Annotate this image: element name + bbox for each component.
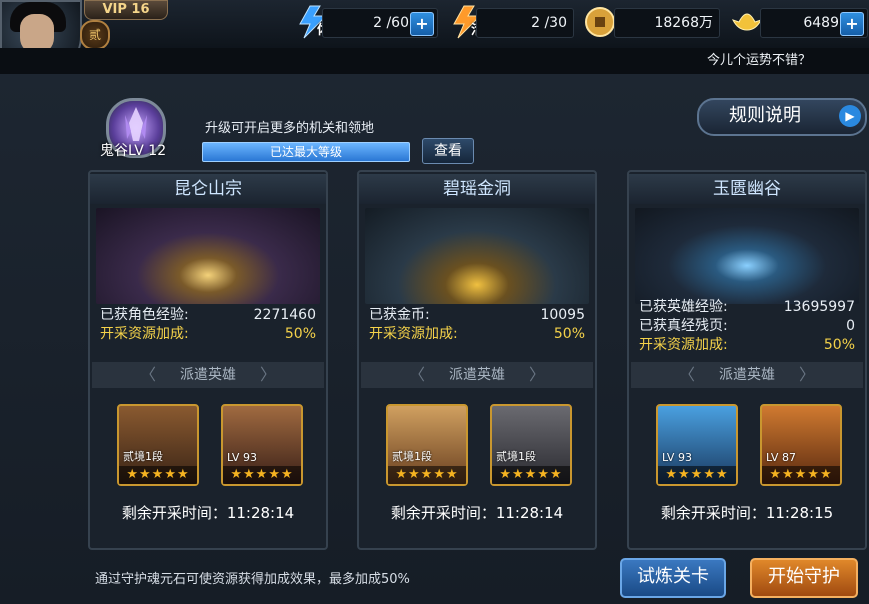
star-rating: ★★★★★ (492, 466, 570, 484)
hero-slot[interactable]: LV 93 ★★★★★ (221, 404, 303, 486)
panel-biyao: 碧瑶金洞 已获金币: 10095 开采资源加成: 50% 〈 派遣英雄 〉 贰境1段… (357, 170, 597, 550)
stat-row: 已获金币: 10095 (369, 307, 585, 323)
stamina-value: 2 /60 (373, 15, 409, 31)
panel-title: 玉匮幽谷 (629, 174, 865, 204)
stat-row: 已获角色经验: 2271460 (100, 307, 316, 323)
gold-value: 6489 (803, 15, 839, 31)
chevron-right-icon: 〉 (259, 365, 276, 384)
hero-slot[interactable]: 贰境1段 ★★★★★ (490, 404, 572, 486)
mining-timer: 剩余开采时间：11:28:15 (660, 504, 834, 522)
hero-slot[interactable]: 贰境1段 ★★★★★ (386, 404, 468, 486)
scene-image (635, 208, 859, 304)
dispatch-heroes-bar[interactable]: 〈 派遣英雄 〉 (631, 362, 863, 388)
fortune-text: 今儿个运势不错？ (706, 53, 811, 68)
stat-row: 开采资源加成: 50% (639, 337, 855, 353)
add-gold-button[interactable]: + (840, 12, 864, 36)
star-rating: ★★★★★ (119, 466, 197, 484)
vip-badge[interactable]: VIP 16 (84, 0, 168, 20)
mining-timer: 剩余开采时间：11:28:14 (390, 504, 564, 522)
hero-slot[interactable]: LV 87 ★★★★★ (760, 404, 842, 486)
panel-stats: 已获角色经验: 2271460 开采资源加成: 50% (96, 306, 320, 344)
hero-slot[interactable]: 贰境1段 ★★★★★ (117, 404, 199, 486)
rules-button[interactable]: 规则说明 ▶ (697, 98, 867, 136)
scene-image (365, 208, 589, 304)
gold-display: 6489 + (760, 8, 868, 38)
stat-row: 已获英雄经验: 13695997 (639, 299, 855, 315)
star-rating: ★★★★★ (223, 466, 301, 484)
level-progress-bar: 已达最大等级 (202, 142, 410, 162)
coin-icon (584, 4, 618, 40)
coin-display: 18268万 (614, 8, 720, 38)
stamina-display: 2 /60 + (322, 8, 438, 38)
hero-slot[interactable]: LV 93 ★★★★★ (656, 404, 738, 486)
chevron-left-icon: 〈 (679, 365, 696, 384)
star-rating: ★★★★★ (388, 466, 466, 484)
panel-stats: 已获英雄经验: 13695997 已获真经残页: 0 开采资源加成: 50% (635, 298, 859, 355)
rank-badge: 贰 (80, 20, 110, 50)
fortune-bar: 今儿个运势不错？ (0, 48, 869, 74)
add-stamina-button[interactable]: + (410, 12, 434, 36)
coin-value: 18268万 (654, 15, 713, 31)
trial-stage-button[interactable]: 试炼关卡 (620, 558, 726, 598)
star-rating: ★★★★★ (762, 466, 840, 484)
view-button[interactable]: 查看 (422, 138, 474, 164)
level-name: 鬼谷LV 12 (100, 143, 167, 159)
scene-image (96, 208, 320, 304)
star-rating: ★★★★★ (658, 466, 736, 484)
start-guard-button[interactable]: 开始守护 (750, 558, 858, 598)
stat-row: 开采资源加成: 50% (369, 326, 585, 342)
chevron-left-icon: 〈 (140, 365, 157, 384)
energy-value: 2 /30 (531, 15, 567, 31)
gold-ingot-icon (730, 4, 764, 40)
mining-timer: 剩余开采时间：11:28:14 (121, 504, 295, 522)
stat-row: 开采资源加成: 50% (100, 326, 316, 342)
level-hint: 升级可开启更多的机关和领地 (205, 121, 375, 136)
chevron-right-icon: 〉 (798, 365, 815, 384)
chevron-right-icon: 〉 (528, 365, 545, 384)
chevron-left-icon: 〈 (409, 365, 426, 384)
panel-kunlun: 昆仑山宗 已获角色经验: 2271460 开采资源加成: 50% 〈 派遣英雄 〉 … (88, 170, 328, 550)
panel-stats: 已获金币: 10095 开采资源加成: 50% (365, 306, 589, 344)
stat-row: 已获真经残页: 0 (639, 318, 855, 334)
footer-note: 通过守护魂元石可使资源获得加成效果，最多加成50% (95, 572, 410, 587)
rules-label: 规则说明 (729, 105, 801, 126)
panel-title: 昆仑山宗 (90, 174, 326, 204)
play-arrow-icon: ▶ (839, 105, 861, 127)
panel-yugui: 玉匮幽谷 已获英雄经验: 13695997 已获真经残页: 0 开采资源加成: 50%… (627, 170, 867, 550)
panel-title: 碧瑶金洞 (359, 174, 595, 204)
energy-display: 2 /30 (476, 8, 574, 38)
dispatch-heroes-bar[interactable]: 〈 派遣英雄 〉 (92, 362, 324, 388)
dispatch-heroes-bar[interactable]: 〈 派遣英雄 〉 (361, 362, 593, 388)
